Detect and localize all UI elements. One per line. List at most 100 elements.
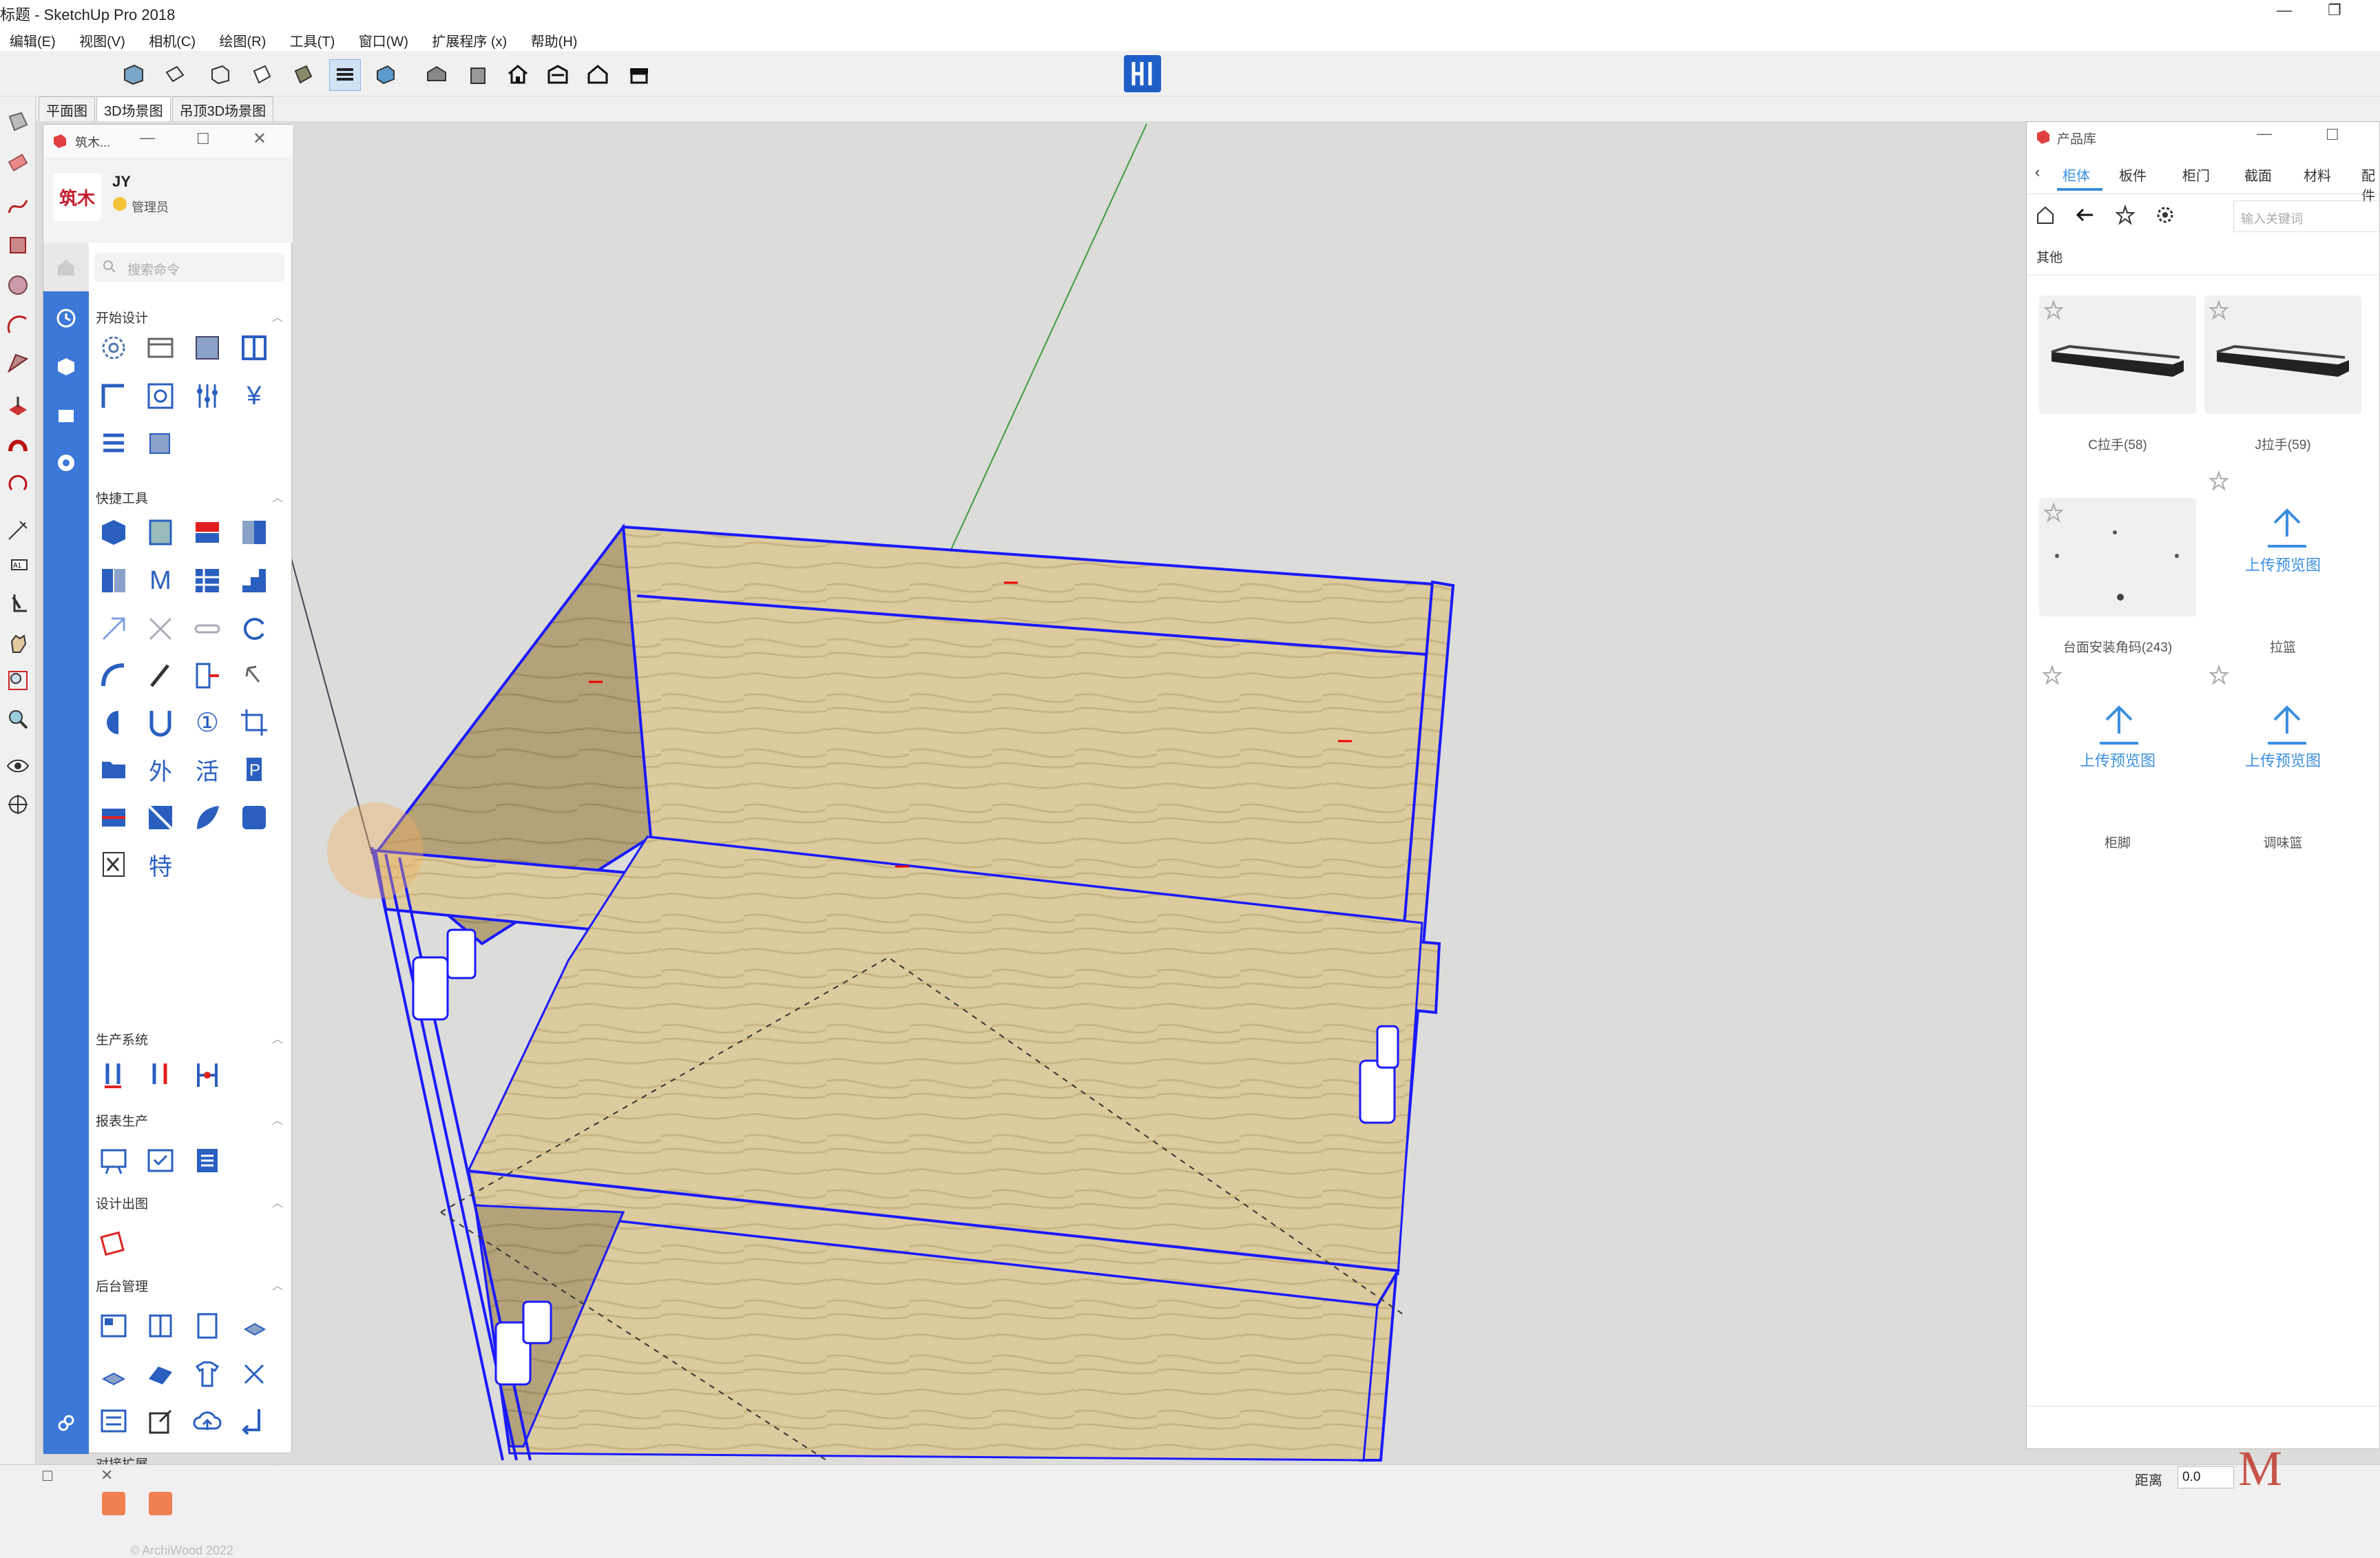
back-view-icon[interactable] (288, 59, 318, 90)
product-card[interactable] (2039, 498, 2196, 616)
scene-tab-plan[interactable]: 平面图 (39, 96, 95, 123)
search-input[interactable]: 搜索命令 (94, 253, 284, 282)
section-production[interactable]: 生产系统 (96, 1030, 148, 1048)
panel-split-icon[interactable] (96, 563, 132, 599)
report-list-icon[interactable] (189, 1143, 225, 1178)
admin-material-icon[interactable] (143, 1356, 178, 1392)
tab-accessory[interactable]: 配件 (2361, 165, 2379, 205)
house-3d-icon[interactable] (463, 59, 493, 90)
restore-icon[interactable]: ❐ (2328, 1, 2341, 19)
look-around-icon[interactable] (4, 752, 32, 780)
gear-panel-icon[interactable] (143, 378, 178, 414)
maximize-icon[interactable]: ☐ (2326, 126, 2339, 144)
favorite-star-icon[interactable] (2042, 664, 2063, 689)
side-panel-icon[interactable] (143, 515, 178, 550)
follow-me-icon[interactable] (4, 431, 32, 459)
upload-preview-link[interactable]: 上传预览图 (2204, 749, 2361, 771)
arc-icon[interactable] (4, 311, 32, 339)
u-shape-icon[interactable] (143, 705, 178, 740)
circle-icon[interactable] (4, 271, 32, 299)
house-outline-icon[interactable] (583, 59, 613, 90)
link-bar-icon[interactable] (189, 611, 225, 647)
minimize-icon[interactable]: — (2277, 1, 2292, 19)
line-cut-icon[interactable] (96, 800, 132, 835)
tape-measure-icon[interactable] (4, 517, 32, 544)
admin-shirt-icon[interactable] (189, 1356, 225, 1392)
push-pull-icon[interactable] (4, 393, 32, 420)
admin-settings-icon[interactable] (96, 1403, 132, 1439)
close-icon[interactable]: ✕ (101, 1466, 113, 1484)
minimize-icon[interactable]: — (140, 129, 155, 147)
chevron-up-icon[interactable]: ︿ (272, 1276, 283, 1293)
zoom-icon[interactable] (4, 705, 32, 733)
tab-cabinet[interactable]: 柜体 (2063, 165, 2090, 185)
chevron-up-icon[interactable]: ︿ (272, 1030, 283, 1046)
menu-camera[interactable]: 相机(C) (149, 30, 196, 50)
archive-icon[interactable] (54, 403, 78, 426)
yen-icon[interactable]: ¥ (236, 378, 272, 414)
favorite-star-icon[interactable] (2209, 664, 2229, 689)
admin-cabinet-icon[interactable] (143, 1308, 178, 1344)
menu-tools[interactable]: 工具(T) (290, 30, 335, 50)
production-c-icon[interactable] (189, 1057, 225, 1093)
back-arrow-icon[interactable] (2075, 205, 2096, 229)
upload-icon[interactable] (2265, 705, 2309, 751)
maximize-icon[interactable]: ☐ (196, 130, 210, 148)
left-view-icon[interactable] (370, 59, 401, 90)
menu-window[interactable]: 窗口(W) (359, 30, 408, 50)
folder-icon[interactable] (96, 751, 132, 787)
rotate-icon[interactable] (4, 471, 32, 499)
menu-view[interactable]: 视图(V) (79, 30, 125, 50)
box-icon[interactable] (96, 515, 132, 550)
upload-icon[interactable] (2265, 508, 2309, 554)
chevron-up-icon[interactable]: ︿ (272, 1111, 283, 1128)
close-icon[interactable]: ✕ (253, 129, 267, 149)
tab-material[interactable]: 材料 (2304, 165, 2331, 185)
half-circle-icon[interactable] (96, 705, 132, 740)
section-plane-icon[interactable] (4, 791, 32, 818)
settings-icon[interactable] (96, 330, 132, 366)
gear-icon[interactable] (2155, 205, 2175, 229)
home-tab[interactable] (43, 243, 89, 291)
right-view-icon[interactable] (247, 59, 277, 90)
chevron-left-icon[interactable]: ‹ (2035, 163, 2040, 181)
tab-board[interactable]: 板件 (2119, 165, 2147, 185)
link-icon[interactable] (54, 1411, 78, 1435)
tab-door[interactable]: 柜门 (2182, 165, 2210, 185)
menu-edit[interactable]: 编辑(E) (10, 30, 56, 50)
iso-view-icon[interactable] (118, 59, 149, 90)
warehouse-icon[interactable] (543, 59, 573, 90)
admin-blocks-icon[interactable] (96, 1356, 132, 1392)
square-icon[interactable] (236, 800, 272, 835)
diagonal-icon[interactable] (143, 800, 178, 835)
history-icon[interactable] (54, 307, 78, 330)
integration-a-icon[interactable] (96, 1486, 132, 1521)
active-icon[interactable]: 活 (189, 751, 225, 787)
xray-icon[interactable] (329, 59, 361, 91)
scene-tab-3d[interactable]: 3D场景图 (96, 96, 171, 123)
admin-import-icon[interactable] (236, 1403, 272, 1439)
top-view-icon[interactable] (160, 59, 190, 90)
number-one-icon[interactable]: ① (189, 705, 225, 740)
tab-section[interactable]: 截面 (2244, 165, 2272, 185)
m-icon[interactable]: M (143, 563, 178, 599)
star-icon[interactable] (2115, 204, 2136, 229)
integration-b-icon[interactable] (143, 1486, 178, 1521)
scene-tab-ceiling-3d[interactable]: 吊顶3D场景图 (171, 96, 274, 123)
minimize-icon[interactable]: — (2257, 125, 2272, 143)
pan-icon[interactable] (4, 630, 32, 657)
section-start-design[interactable]: 开始设计 (96, 308, 148, 326)
archiwood-logo[interactable] (1123, 54, 1162, 94)
door-icon[interactable] (236, 330, 272, 366)
front-view-icon[interactable] (205, 59, 236, 90)
admin-doc-icon[interactable] (189, 1308, 225, 1344)
special-icon[interactable]: 特 (143, 846, 178, 882)
freehand-icon[interactable] (4, 193, 32, 220)
sliders-icon[interactable] (189, 378, 225, 414)
polygon-icon[interactable] (4, 350, 32, 377)
chevron-up-icon[interactable]: ︿ (272, 488, 283, 505)
report-check-icon[interactable] (143, 1143, 178, 1178)
admin-export-icon[interactable] (143, 1403, 178, 1439)
menu-extensions[interactable]: 扩展程序 (x) (432, 30, 507, 50)
rectangle-icon[interactable] (4, 231, 32, 259)
